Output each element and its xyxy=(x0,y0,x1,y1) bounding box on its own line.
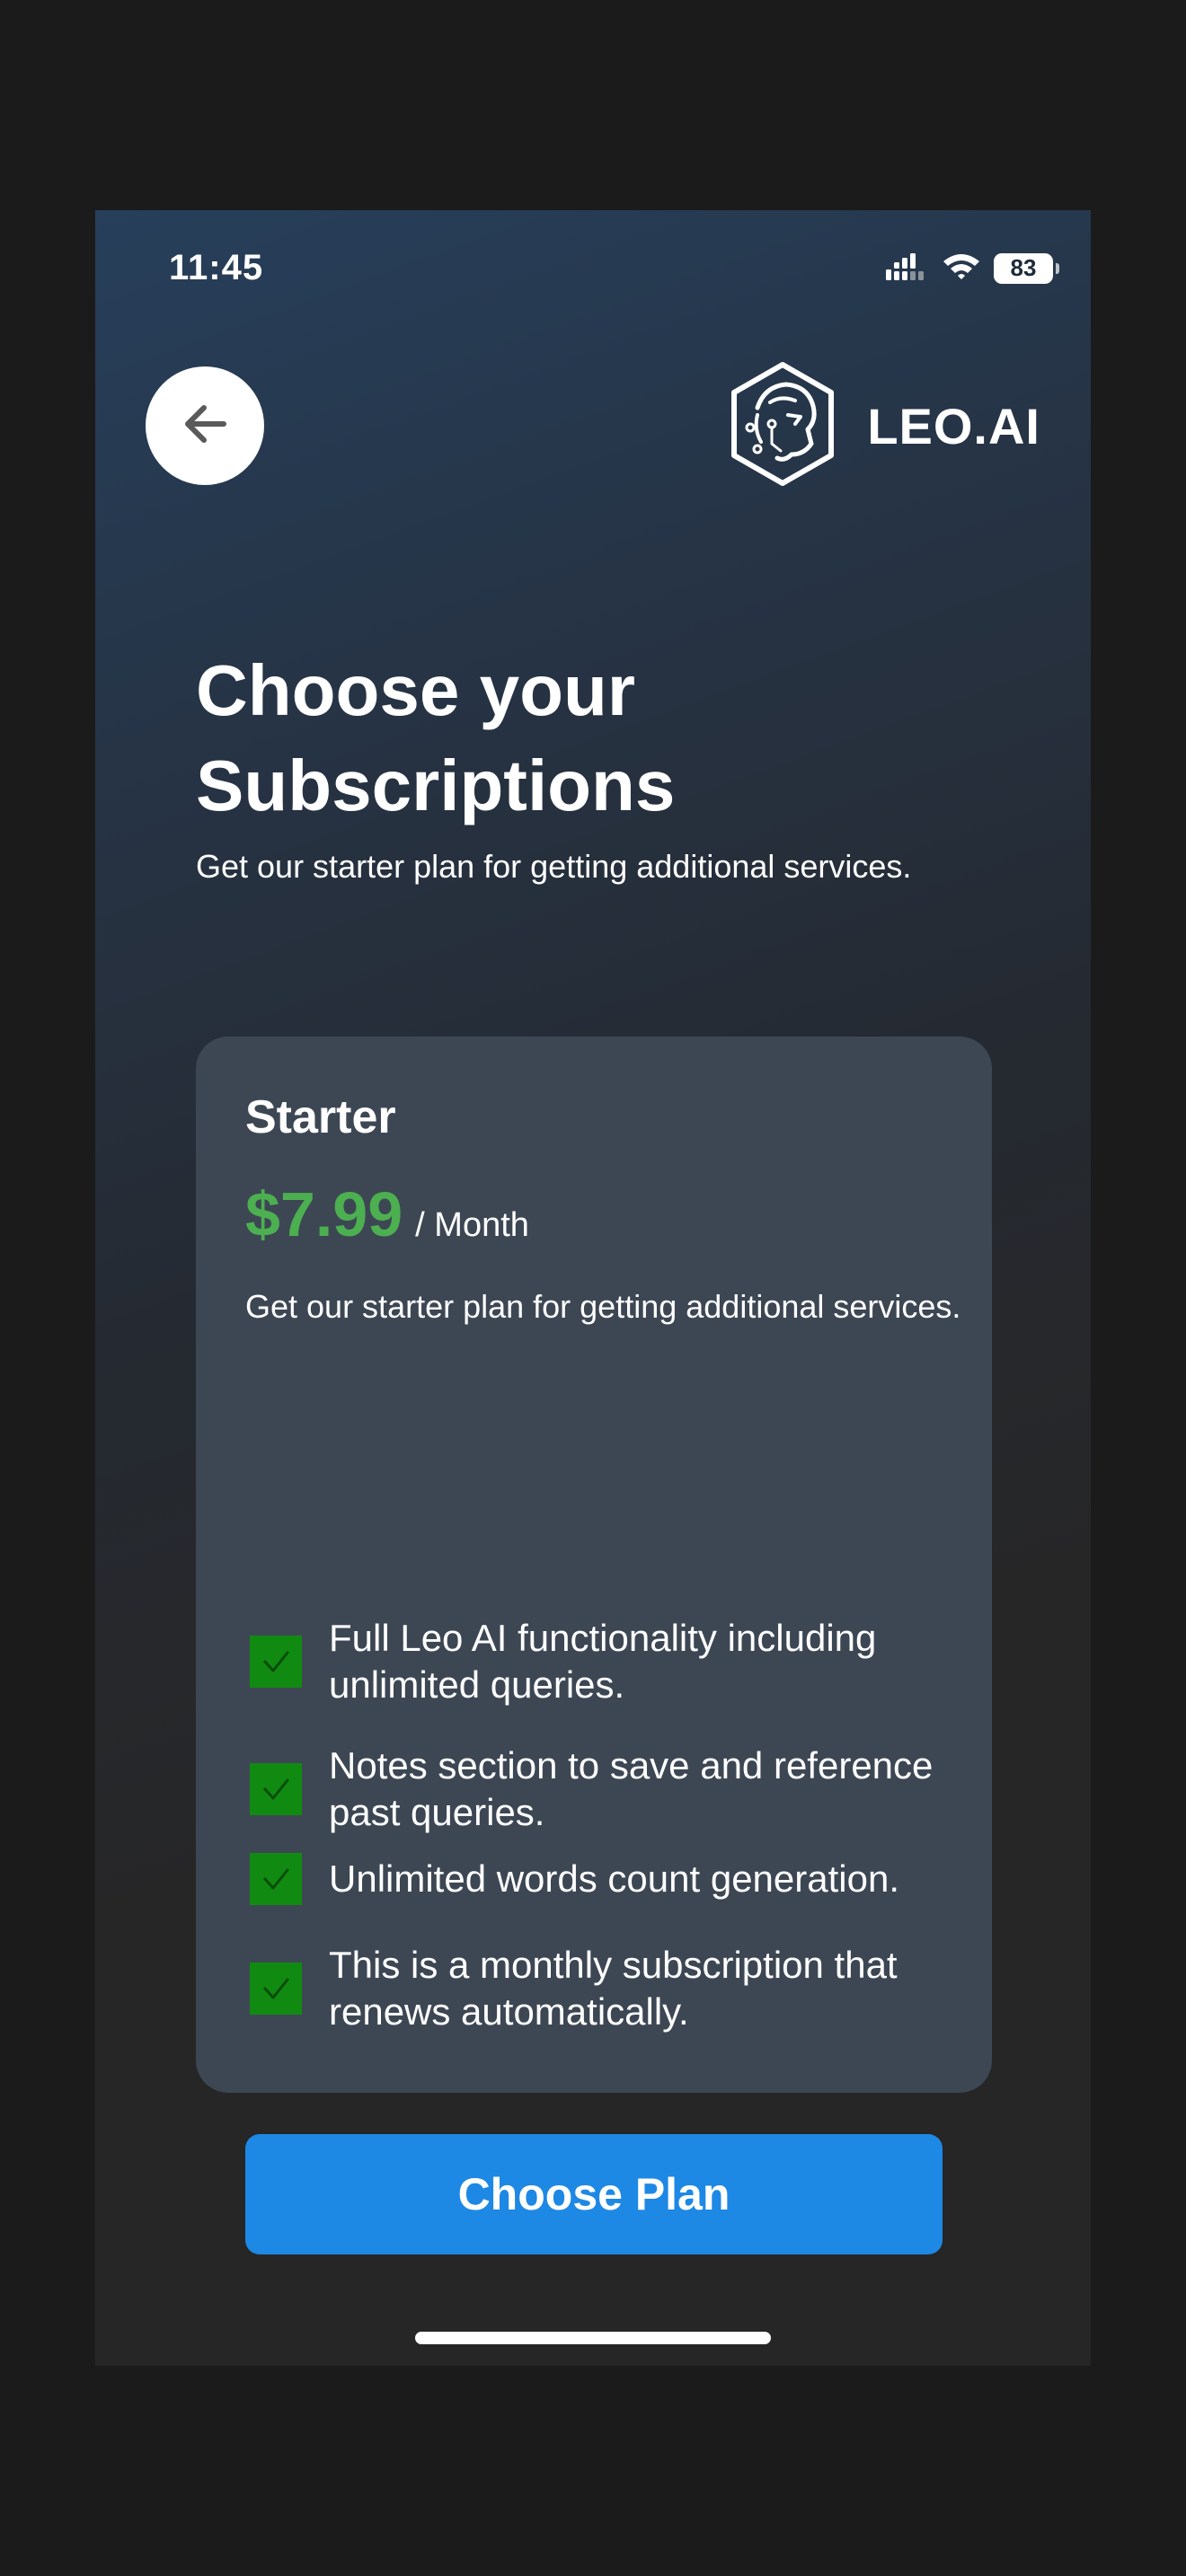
checkbox-checked-icon xyxy=(250,1636,302,1688)
feature-item: Notes section to save and reference past… xyxy=(250,1742,987,1836)
page-subtitle: Get our starter plan for getting additio… xyxy=(196,848,912,885)
status-time: 11:45 xyxy=(169,248,264,287)
status-icons: 83 xyxy=(886,251,1059,285)
feature-item: This is a monthly subscription that rene… xyxy=(250,1942,987,2035)
checkbox-checked-icon xyxy=(250,1763,302,1815)
plan-price: $7.99 xyxy=(245,1179,403,1249)
lion-logo-icon xyxy=(730,361,835,491)
arrow-left-icon xyxy=(179,398,231,454)
phone-screen: 11:45 83 LEO.AI Choose your Subscription… xyxy=(95,210,1091,2366)
choose-plan-button[interactable]: Choose Plan xyxy=(245,2134,943,2254)
home-indicator[interactable] xyxy=(415,2332,771,2344)
battery-icon: 83 xyxy=(994,252,1059,284)
page-title-line-2: Subscriptions xyxy=(196,745,676,825)
plan-period: / Month xyxy=(415,1206,529,1244)
brand-logo: LEO.AI xyxy=(730,361,1040,491)
feature-text: Notes section to save and reference past… xyxy=(329,1744,934,1833)
plan-name: Starter xyxy=(245,1091,396,1143)
feature-text: This is a monthly subscription that rene… xyxy=(329,1944,898,2033)
page-title-line-1: Choose your xyxy=(196,650,635,730)
wifi-icon xyxy=(942,251,981,285)
page-title: Choose your Subscriptions xyxy=(196,643,1005,834)
feature-text: Unlimited words count generation. xyxy=(329,1857,900,1900)
cellular-signal-icon xyxy=(886,251,929,285)
battery-level: 83 xyxy=(1010,254,1037,281)
plan-card: Starter $7.99 / Month Get our starter pl… xyxy=(196,1037,992,2254)
checkbox-checked-icon xyxy=(250,1963,302,2015)
feature-item: Full Leo AI functionality including unli… xyxy=(250,1615,987,1708)
price-row: $7.99 / Month xyxy=(245,1178,529,1250)
back-button[interactable] xyxy=(146,366,264,485)
feature-text: Full Leo AI functionality including unli… xyxy=(329,1617,877,1706)
brand-name: LEO.AI xyxy=(867,398,1040,454)
plan-description: Get our starter plan for getting additio… xyxy=(245,1288,961,1325)
feature-item: Unlimited words count generation. xyxy=(250,1853,987,1905)
checkbox-checked-icon xyxy=(250,1853,302,1905)
